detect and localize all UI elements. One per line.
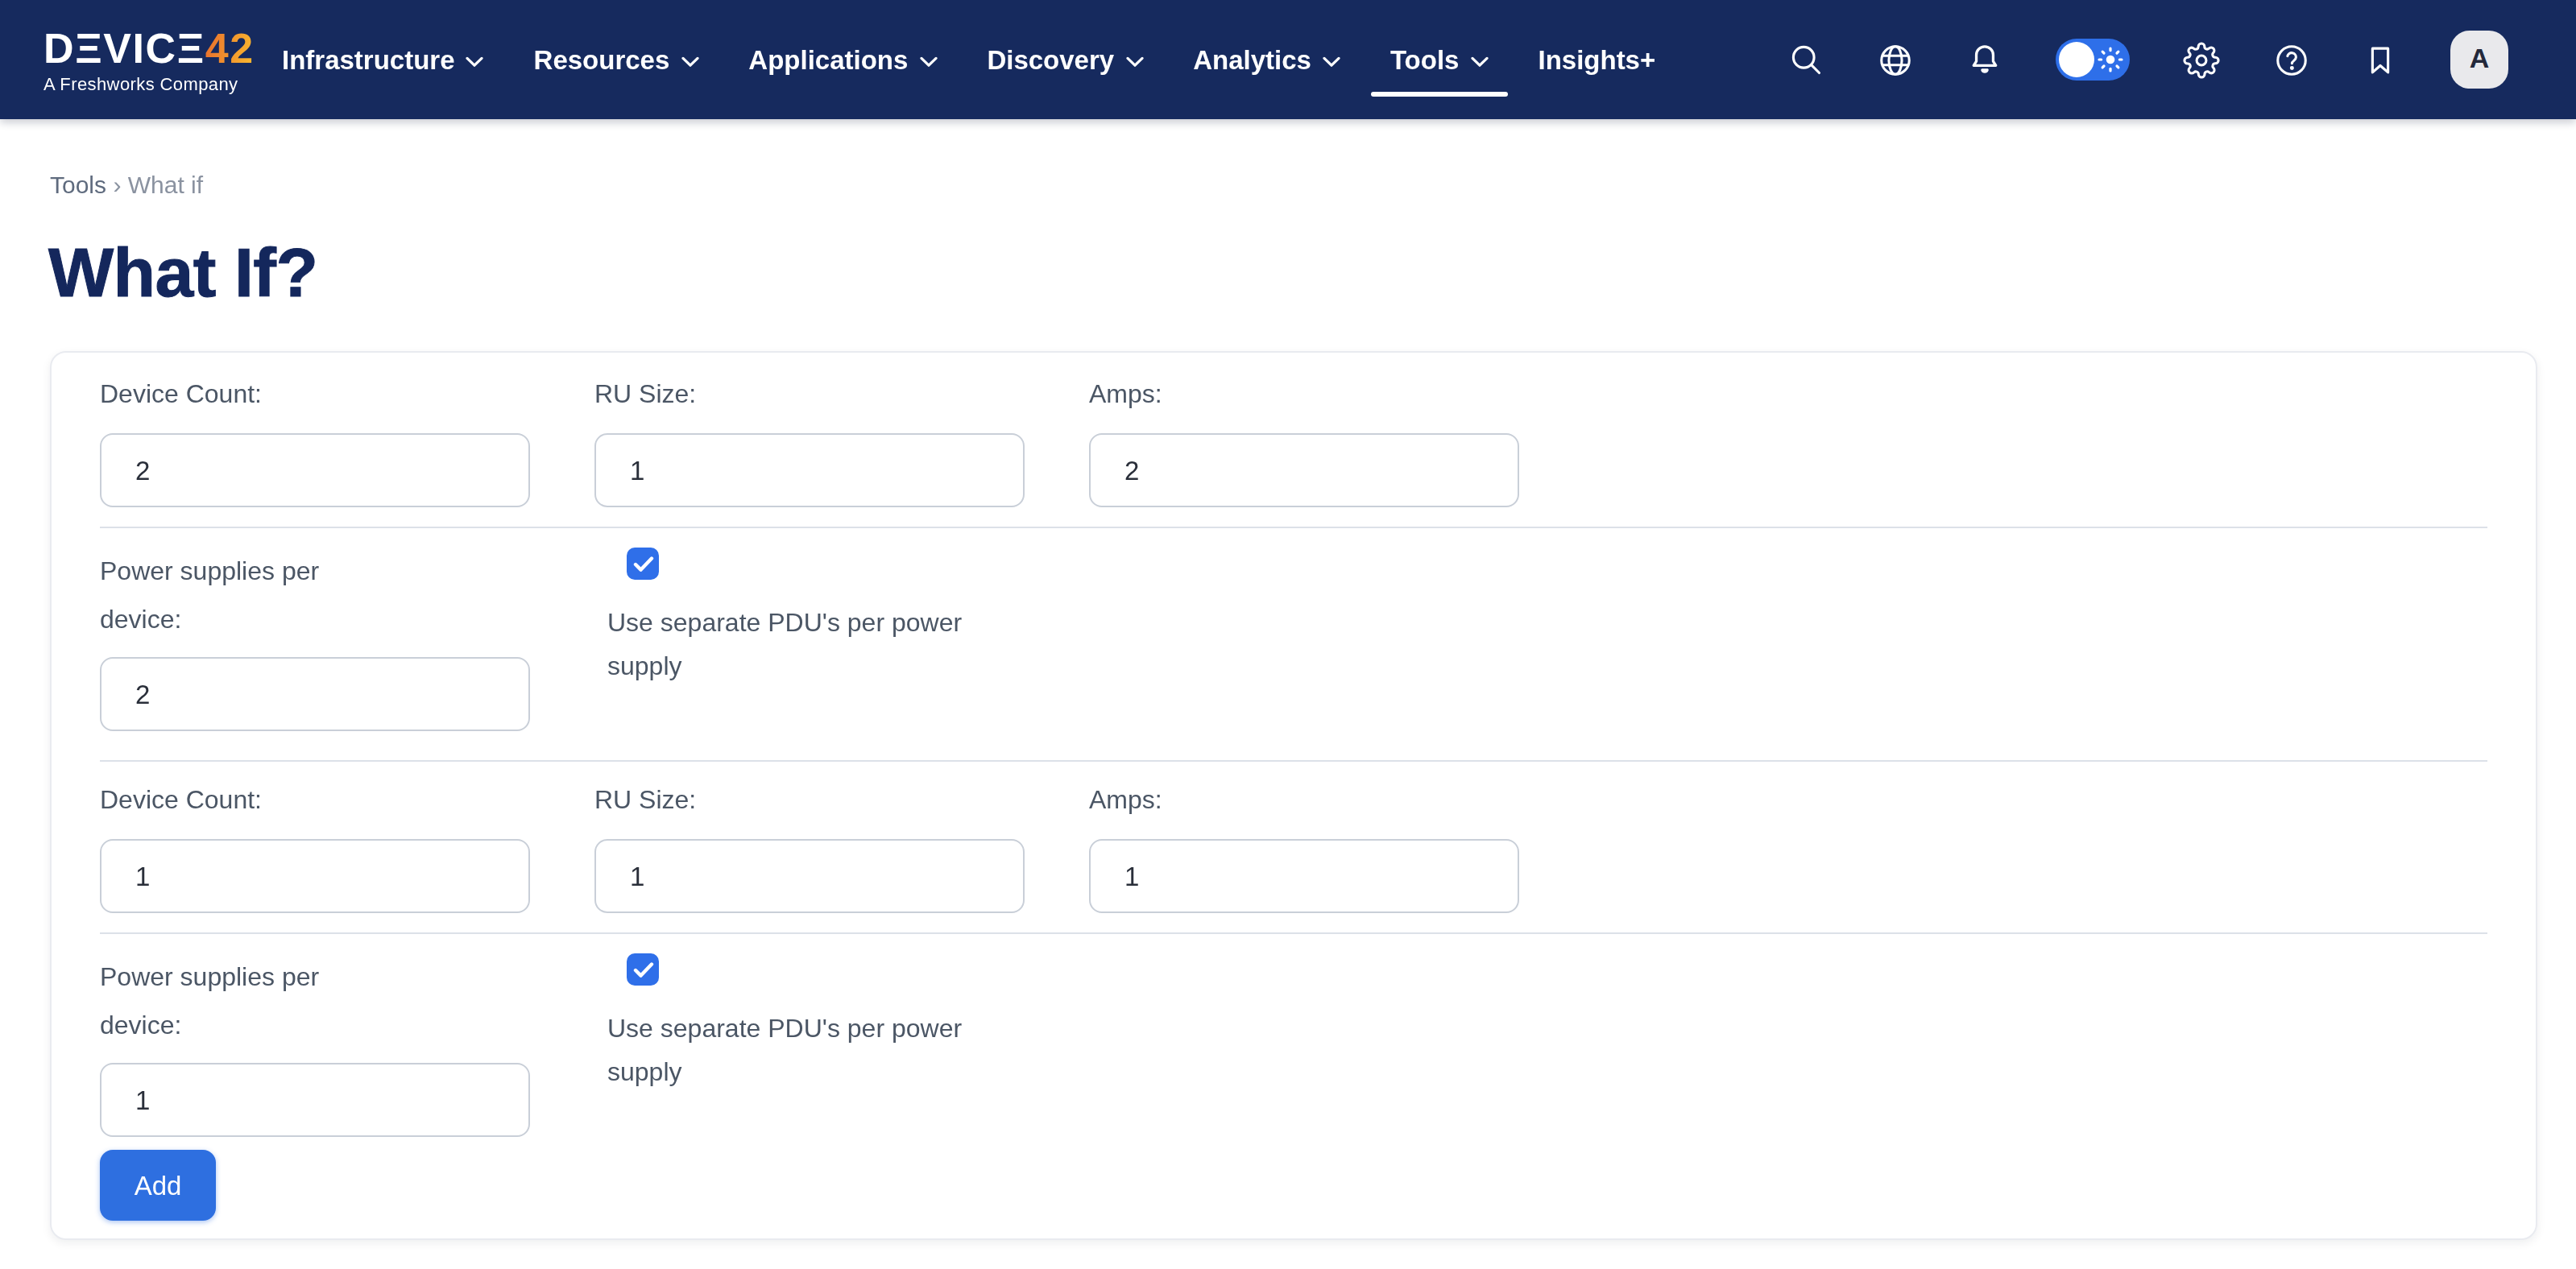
power-supplies-label: Power supplies per device: [100,953,374,1050]
breadcrumb: Tools › What if [50,171,2576,198]
breadcrumb-current: What if [128,171,203,198]
ru-size-field: RU Size: [594,781,1025,913]
check-icon [632,961,653,978]
breadcrumb-tools[interactable]: Tools [50,171,106,198]
help-icon[interactable] [2273,41,2310,78]
nav-menu: Infrastructure Resources Applications Di… [282,0,1655,119]
top-navbar: DΞVICΞ42 A Freshworks Company Infrastruc… [0,0,2576,119]
bookmark-icon[interactable] [2363,43,2397,76]
device-count-label: Device Count: [100,781,530,820]
chevron-down-icon [1323,56,1340,67]
logo-text: DΞVICΞ42 [43,27,253,68]
form-row-4: Power supplies per device: Use separate … [52,934,2536,1137]
ru-size-label: RU Size: [594,781,1025,820]
power-supplies-field: Power supplies per device: [100,953,530,1137]
amps-field: Amps: [1089,781,1519,913]
notifications-bell-icon[interactable] [1967,42,2002,77]
ru-size-input[interactable] [594,839,1025,913]
settings-gear-icon[interactable] [2183,41,2220,78]
amps-input[interactable] [1089,433,1519,507]
chevron-down-icon [681,56,698,67]
separate-pdu-checkbox-group: Use separate PDU's per power supply [594,953,1025,1137]
separate-pdu-label: Use separate PDU's per power supply [607,1007,988,1093]
search-icon[interactable] [1788,42,1824,77]
device-count-input[interactable] [100,433,530,507]
logo-subtitle: A Freshworks Company [43,75,253,93]
page: DΞVICΞ42 A Freshworks Company Infrastruc… [0,0,2576,1269]
toggle-knob [2059,42,2094,77]
user-avatar[interactable]: A [2450,31,2508,89]
what-if-form-card: Device Count: RU Size: Amps: Power suppl… [50,351,2537,1240]
separate-pdu-checkbox-group: Use separate PDU's per power supply [594,548,1025,731]
page-title: What If? [48,234,2576,312]
device-count-field: Device Count: [100,781,530,913]
nav-item-discovery[interactable]: Discovery [987,0,1143,119]
chevron-down-icon [1470,56,1488,67]
power-supplies-input[interactable] [100,1063,530,1137]
amps-input[interactable] [1089,839,1519,913]
chevron-down-icon [1125,56,1143,67]
breadcrumb-separator: › [113,171,121,198]
device-count-label: Device Count: [100,375,530,414]
power-supplies-input[interactable] [100,657,530,731]
chevron-down-icon [466,56,484,67]
form-row-1: Device Count: RU Size: Amps: [52,353,2536,527]
nav-item-applications[interactable]: Applications [748,0,937,119]
amps-label: Amps: [1089,781,1519,820]
form-row-2: Power supplies per device: Use separate … [52,528,2536,760]
nav-item-analytics[interactable]: Analytics [1193,0,1340,119]
device42-logo[interactable]: DΞVICΞ42 A Freshworks Company [43,27,253,93]
form-row-3: Device Count: RU Size: Amps: [52,762,2536,932]
ru-size-field: RU Size: [594,375,1025,507]
power-supplies-field: Power supplies per device: [100,548,530,731]
nav-item-infrastructure[interactable]: Infrastructure [282,0,484,119]
separate-pdu-label: Use separate PDU's per power supply [607,601,988,688]
globe-icon[interactable] [1877,41,1914,78]
ru-size-label: RU Size: [594,375,1025,414]
nav-item-resources[interactable]: Resources [534,0,699,119]
device-count-field: Device Count: [100,375,530,507]
power-supplies-label: Power supplies per device: [100,548,374,644]
check-icon [632,555,653,572]
ru-size-input[interactable] [594,433,1025,507]
navbar-actions: A [1788,31,2508,89]
separate-pdu-checkbox[interactable] [627,548,659,580]
chevron-down-icon [919,56,937,67]
nav-item-insights[interactable]: Insights+ [1538,0,1655,119]
amps-field: Amps: [1089,375,1519,507]
sun-icon [2098,47,2123,72]
amps-label: Amps: [1089,375,1519,414]
nav-item-tools[interactable]: Tools [1390,0,1489,119]
add-button[interactable]: Add [100,1150,216,1221]
avatar-initial: A [2470,43,2490,76]
device-count-input[interactable] [100,839,530,913]
separate-pdu-checkbox[interactable] [627,953,659,986]
theme-toggle[interactable] [2056,39,2130,81]
